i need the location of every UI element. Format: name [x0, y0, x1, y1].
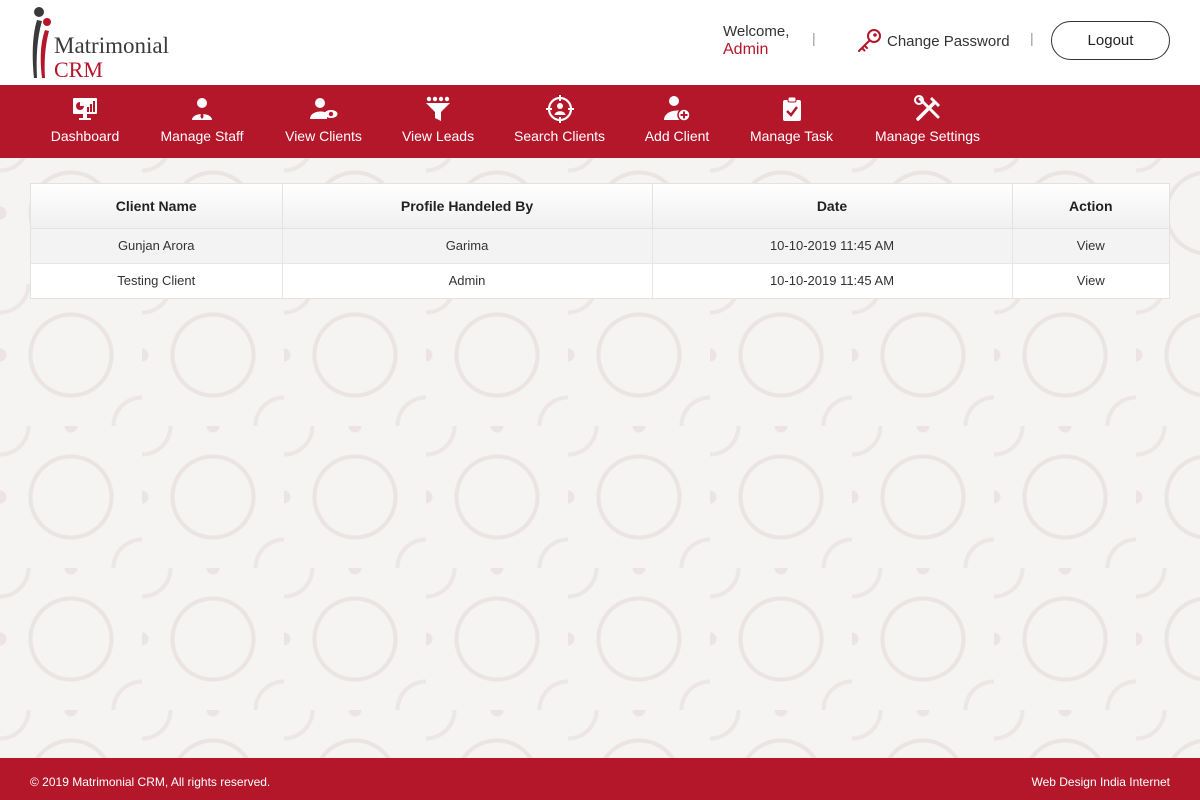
username: Admin	[723, 41, 769, 58]
credit-link[interactable]: Web Design India Internet	[1031, 775, 1170, 789]
date-cell: 10-10-2019 11:45 AM	[652, 263, 1013, 298]
table-header-row: Client Name Profile Handeled By Date Act…	[31, 184, 1169, 229]
nav-item-manage-settings[interactable]: Manage Settings	[874, 85, 981, 158]
handled-by-cell: Garima	[282, 228, 653, 264]
logo-figure-icon	[32, 7, 51, 78]
nav-item-search-clients[interactable]: Search Clients	[514, 85, 605, 158]
app-footer: © 2019 Matrimonial CRM, All rights reser…	[0, 758, 1200, 800]
nav-item-label: Search Clients	[513, 128, 606, 144]
clients-table-container: Client Name Profile Handeled By Date Act…	[30, 183, 1170, 299]
action-cell: View	[1012, 228, 1169, 264]
nav-item-label: Add Client	[644, 128, 710, 144]
nav-item-label: Manage Task	[749, 128, 833, 144]
handled-by-cell: Admin	[282, 263, 653, 298]
dashboard-icon	[71, 95, 99, 123]
view-clients-icon	[309, 95, 338, 123]
nav-item-view-leads[interactable]: View Leads	[402, 85, 474, 158]
view-link[interactable]: View	[1077, 238, 1105, 253]
column-header-handled-by: Profile Handeled By	[282, 184, 653, 229]
logout-button[interactable]: Logout	[1051, 21, 1170, 60]
clipboard-check-icon	[778, 95, 806, 123]
copyright-text: © 2019 Matrimonial CRM, All rights reser…	[30, 775, 271, 789]
nav-item-label: Manage Settings	[874, 128, 981, 144]
nav-item-add-client[interactable]: Add Client	[645, 85, 709, 158]
column-header-client-name: Client Name	[31, 184, 283, 229]
header-separator-2: |	[1030, 30, 1034, 46]
funnel-icon	[424, 95, 452, 123]
table-row: Gunjan Arora Garima 10-10-2019 11:45 AM …	[31, 228, 1169, 264]
nav-item-manage-task[interactable]: Manage Task	[749, 85, 834, 158]
brand-name-line1: Matrimonial	[54, 33, 169, 58]
clients-table: Client Name Profile Handeled By Date Act…	[31, 184, 1169, 298]
column-header-action: Action	[1012, 184, 1169, 229]
welcome-label: Welcome,	[723, 23, 790, 40]
target-search-icon	[545, 95, 574, 123]
app-header: Matrimonial CRM Welcome, Admin | Change …	[0, 0, 1200, 85]
key-icon	[858, 29, 881, 52]
brand-name-line2: CRM	[54, 57, 103, 82]
main-nav: Dashboard Manage Staff View Clients View…	[0, 85, 1200, 158]
date-cell: 10-10-2019 11:45 AM	[652, 228, 1013, 264]
nav-item-label: Dashboard	[50, 128, 120, 144]
column-header-date: Date	[652, 184, 1013, 229]
nav-item-view-clients[interactable]: View Clients	[285, 85, 362, 158]
nav-item-label: Manage Staff	[160, 128, 244, 144]
nav-item-label: View Clients	[285, 128, 362, 144]
action-cell: View	[1012, 263, 1169, 298]
header-separator: |	[812, 30, 816, 46]
client-name-cell: Gunjan Arora	[31, 228, 283, 264]
table-row: Testing Client Admin 10-10-2019 11:45 AM…	[31, 263, 1169, 298]
change-password-label: Change Password	[887, 32, 1010, 50]
nav-item-manage-staff[interactable]: Manage Staff	[159, 85, 245, 158]
staff-icon	[188, 95, 216, 123]
change-password-link[interactable]: Change Password	[855, 26, 1010, 56]
brand-logo[interactable]: Matrimonial CRM	[28, 6, 218, 82]
tools-icon	[913, 95, 942, 123]
welcome-block: Welcome, Admin	[723, 23, 789, 59]
client-name-cell: Testing Client	[31, 263, 283, 298]
add-user-icon	[663, 95, 691, 123]
nav-item-dashboard[interactable]: Dashboard	[51, 85, 119, 158]
nav-item-label: View Leads	[401, 128, 475, 144]
view-link[interactable]: View	[1077, 273, 1105, 288]
